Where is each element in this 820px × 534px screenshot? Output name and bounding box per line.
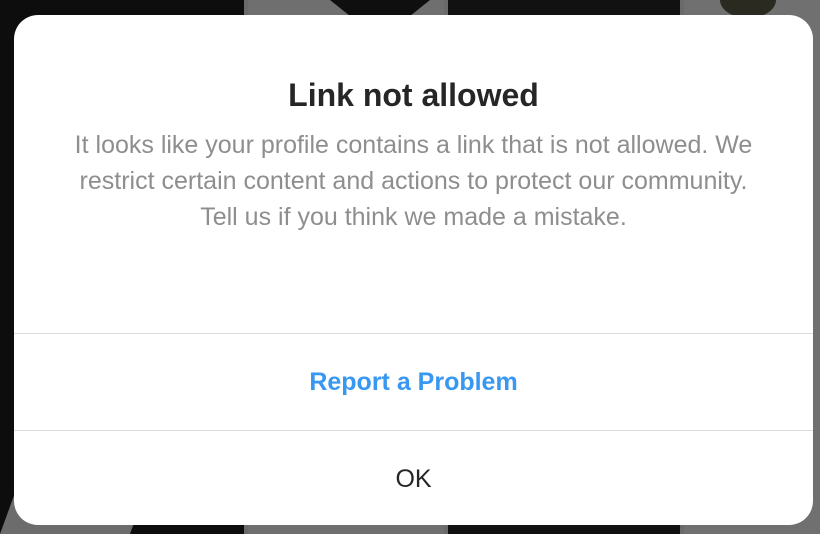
dialog-title: Link not allowed [288,77,539,113]
dialog-message: It looks like your profile contains a li… [74,131,753,231]
dialog-header: Link not allowed It looks like your prof… [14,15,813,333]
link-not-allowed-dialog: Link not allowed It looks like your prof… [14,15,813,525]
ok-button[interactable]: OK [14,431,813,525]
report-problem-button[interactable]: Report a Problem [14,334,813,430]
